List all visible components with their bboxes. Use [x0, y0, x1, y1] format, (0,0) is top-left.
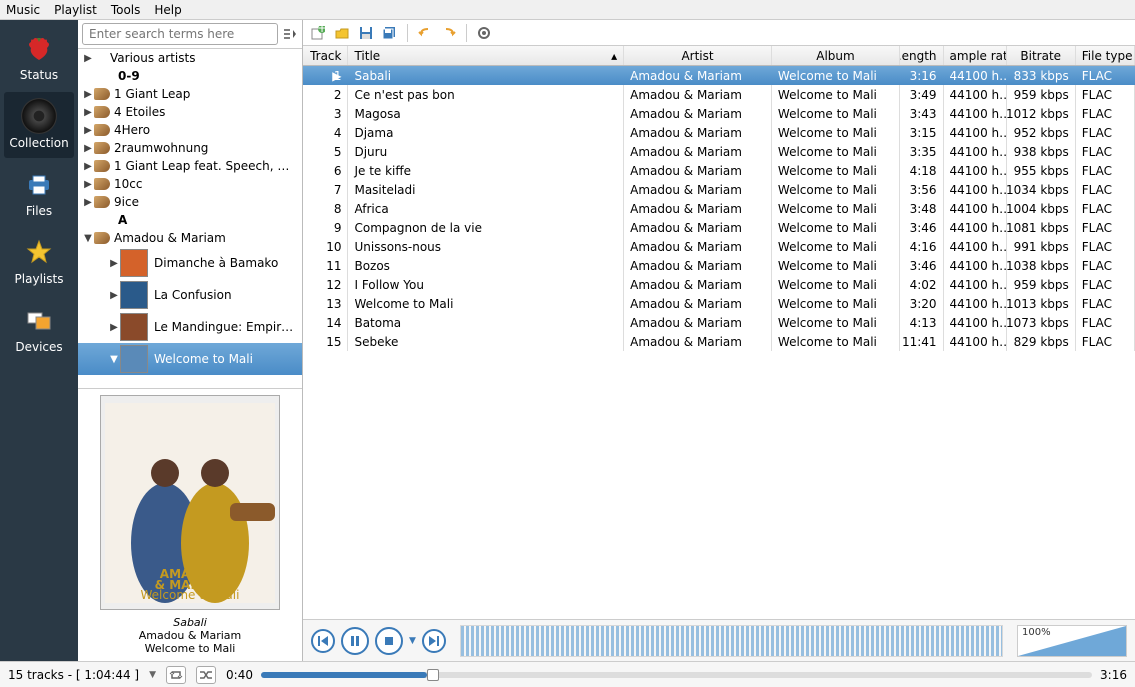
col-artist[interactable]: Artist	[624, 46, 772, 65]
tree-row[interactable]: ▶10cc	[78, 175, 302, 193]
album-cover: AMADOU& MARIAMWelcome to Mali	[100, 395, 280, 610]
devices-icon	[21, 302, 57, 338]
table-header[interactable]: Track Title▴ Artist Album .ength ample r…	[303, 46, 1135, 66]
tree-row[interactable]: ▶4Hero	[78, 121, 302, 139]
sidebar-files[interactable]: Files	[4, 160, 74, 226]
tree-row[interactable]: A	[78, 211, 302, 229]
table-row[interactable]: 6Je te kiffeAmadou & MariamWelcome to Ma…	[303, 161, 1135, 180]
col-filetype[interactable]: File type	[1076, 46, 1135, 65]
next-button[interactable]	[422, 629, 446, 653]
save-icon[interactable]	[357, 24, 375, 42]
prev-button[interactable]	[311, 629, 335, 653]
table-row[interactable]: 3MagosaAmadou & MariamWelcome to Mali3:4…	[303, 104, 1135, 123]
track-table[interactable]: Track Title▴ Artist Album .ength ample r…	[303, 46, 1135, 619]
sidebar-status[interactable]: Status	[4, 24, 74, 90]
left-sidebar: Status Collection Files Playlists Device…	[0, 20, 78, 661]
tree-row[interactable]: ▶2raumwohnung	[78, 139, 302, 157]
seek-bar[interactable]: 0:40 3:16	[226, 668, 1127, 682]
tree-row[interactable]: ▶Le Mandingue: Empir…	[78, 311, 302, 343]
table-row[interactable]: 9Compagnon de la vieAmadou & MariamWelco…	[303, 218, 1135, 237]
table-row[interactable]: 7MasiteladiAmadou & MariamWelcome to Mal…	[303, 180, 1135, 199]
table-row[interactable]: 8AfricaAmadou & MariamWelcome to Mali3:4…	[303, 199, 1135, 218]
tree-row[interactable]: ▶1 Giant Leap feat. Speech, …	[78, 157, 302, 175]
table-row[interactable]: 15SebekeAmadou & MariamWelcome to Mali11…	[303, 332, 1135, 351]
menu-tools[interactable]: Tools	[111, 3, 141, 17]
sidebar-collection-label: Collection	[9, 136, 68, 150]
duration-label: 3:16	[1100, 668, 1127, 682]
col-samplerate[interactable]: ample rate	[944, 46, 1007, 65]
star-icon	[21, 234, 57, 270]
search-input[interactable]	[82, 23, 278, 45]
now-playing-title: Sabali	[82, 616, 298, 629]
tree-row[interactable]: ▼Amadou & Mariam	[78, 229, 302, 247]
playlist-summary: 15 tracks - [ 1:04:44 ]	[8, 668, 139, 682]
volume-label: 100%	[1022, 627, 1051, 638]
svg-text:+: +	[317, 26, 325, 35]
disc-icon	[21, 98, 57, 134]
search-options-icon[interactable]	[282, 27, 298, 41]
tree-row[interactable]: ▶La Confusion	[78, 279, 302, 311]
tree-row[interactable]: ▶4 Etoiles	[78, 103, 302, 121]
artist-tree[interactable]: ▶Various artists0-9▶1 Giant Leap▶4 Etoil…	[78, 49, 302, 388]
now-playing-artist: Amadou & Mariam	[82, 629, 298, 642]
table-row[interactable]: 10Unissons-nousAmadou & MariamWelcome to…	[303, 237, 1135, 256]
repeat-button[interactable]	[166, 666, 186, 684]
strawberry-icon	[21, 30, 57, 66]
save-all-icon[interactable]	[381, 24, 399, 42]
sidebar-devices[interactable]: Devices	[4, 296, 74, 362]
col-bitrate[interactable]: Bitrate	[1007, 46, 1076, 65]
tree-row[interactable]: ▶Dimanche à Bamako	[78, 247, 302, 279]
table-row[interactable]: 4DjamaAmadou & MariamWelcome to Mali3:15…	[303, 123, 1135, 142]
col-length[interactable]: .ength	[900, 46, 944, 65]
menu-music[interactable]: Music	[6, 3, 40, 17]
table-row[interactable]: 13Welcome to MaliAmadou & MariamWelcome …	[303, 294, 1135, 313]
summary-menu-icon[interactable]: ▼	[149, 670, 156, 680]
tree-row[interactable]: ▶1 Giant Leap	[78, 85, 302, 103]
playback-bar: ▼ 100%	[303, 619, 1135, 661]
shuffle-button[interactable]	[196, 666, 216, 684]
col-title[interactable]: Title▴	[348, 46, 624, 65]
table-row[interactable]: 12I Follow YouAmadou & MariamWelcome to …	[303, 275, 1135, 294]
settings-icon[interactable]	[475, 24, 493, 42]
seek-track[interactable]	[261, 672, 1092, 678]
tree-row[interactable]: ▶Various artists	[78, 49, 302, 67]
svg-text:Welcome to Mali: Welcome to Mali	[141, 588, 240, 602]
table-row[interactable]: 2Ce n'est pas bonAmadou & MariamWelcome …	[303, 85, 1135, 104]
tree-row[interactable]: ▶9ice	[78, 193, 302, 211]
stop-button[interactable]	[375, 627, 403, 655]
playlist-toolbar: +	[303, 20, 1135, 46]
tree-row[interactable]: 0-9	[78, 67, 302, 85]
col-track[interactable]: Track	[303, 46, 348, 65]
position-label: 0:40	[226, 668, 253, 682]
pause-button[interactable]	[341, 627, 369, 655]
stop-menu-icon[interactable]: ▼	[409, 636, 416, 646]
status-bar: 15 tracks - [ 1:04:44 ] ▼ 0:40 3:16	[0, 661, 1135, 687]
sidebar-files-label: Files	[26, 204, 52, 218]
analyzer	[460, 625, 1003, 657]
table-row[interactable]: 5DjuruAmadou & MariamWelcome to Mali3:35…	[303, 142, 1135, 161]
new-playlist-icon[interactable]: +	[309, 24, 327, 42]
menu-help[interactable]: Help	[154, 3, 181, 17]
redo-icon[interactable]	[440, 24, 458, 42]
printer-icon	[21, 166, 57, 202]
tree-row[interactable]: ▼Welcome to Mali	[78, 343, 302, 375]
table-row[interactable]: 14BatomaAmadou & MariamWelcome to Mali4:…	[303, 313, 1135, 332]
menu-playlist[interactable]: Playlist	[54, 3, 97, 17]
undo-icon[interactable]	[416, 24, 434, 42]
sidebar-playlists[interactable]: Playlists	[4, 228, 74, 294]
volume-slider[interactable]: 100%	[1017, 625, 1127, 657]
sidebar-status-label: Status	[20, 68, 58, 82]
sidebar-devices-label: Devices	[15, 340, 62, 354]
now-playing-widget: AMADOU& MARIAMWelcome to Mali Sabali Ama…	[78, 388, 302, 661]
now-playing-album: Welcome to Mali	[82, 642, 298, 655]
menubar: Music Playlist Tools Help	[0, 0, 1135, 20]
sidebar-collection[interactable]: Collection	[4, 92, 74, 158]
sidebar-playlists-label: Playlists	[15, 272, 64, 286]
table-row[interactable]: 11BozosAmadou & MariamWelcome to Mali3:4…	[303, 256, 1135, 275]
collection-panel: ▶Various artists0-9▶1 Giant Leap▶4 Etoil…	[78, 20, 303, 661]
table-row[interactable]: ▶1SabaliAmadou & MariamWelcome to Mali3:…	[303, 66, 1135, 85]
open-icon[interactable]	[333, 24, 351, 42]
col-album[interactable]: Album	[772, 46, 900, 65]
